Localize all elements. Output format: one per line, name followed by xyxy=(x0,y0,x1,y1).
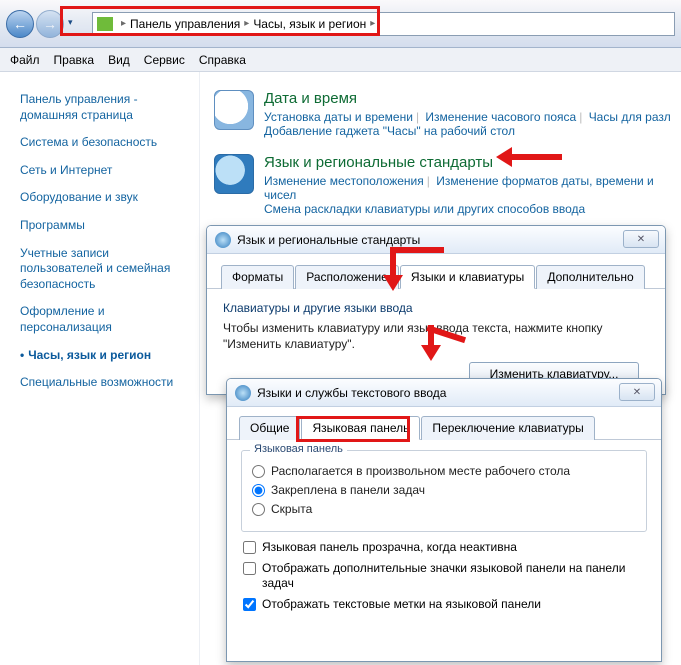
breadcrumb-item-control-panel[interactable]: Панель управления xyxy=(130,17,240,31)
link-set-date-time[interactable]: Установка даты и времени xyxy=(264,110,413,124)
checkbox-label: Отображать дополнительные значки языково… xyxy=(262,561,645,591)
groupbox-language-bar: Языковая панель Располагается в произвол… xyxy=(241,450,647,532)
radio-label: Закреплена в панели задач xyxy=(271,483,425,497)
sidebar-item-system-security[interactable]: Система и безопасность xyxy=(20,135,189,151)
sidebar-item-hardware-sound[interactable]: Оборудование и звук xyxy=(20,190,189,206)
tab-switch-keyboard[interactable]: Переключение клавиатуры xyxy=(421,416,594,440)
menu-service[interactable]: Сервис xyxy=(144,53,185,67)
close-button[interactable]: ✕ xyxy=(623,230,659,248)
sidebar-item-appearance[interactable]: Оформление и персонализация xyxy=(20,304,189,335)
groupbox-legend: Языковая панель xyxy=(250,443,347,455)
annotation-arrow xyxy=(390,247,396,277)
link-change-keyboard-layout[interactable]: Смена раскладки клавиатуры или других сп… xyxy=(264,202,585,216)
link-change-timezone[interactable]: Изменение часового пояса xyxy=(425,110,576,124)
breadcrumb-item-clock-lang-region[interactable]: Часы, язык и регион xyxy=(253,17,366,31)
menu-help[interactable]: Справка xyxy=(199,53,246,67)
chevron-right-icon: ▸ xyxy=(121,18,126,29)
tabstrip-region: Форматы Расположение Языки и клавиатуры … xyxy=(207,254,665,289)
tab-languages-keyboards[interactable]: Языки и клавиатуры xyxy=(400,265,535,289)
sidebar-item-network-internet[interactable]: Сеть и Интернет xyxy=(20,163,189,179)
globe-icon xyxy=(214,154,254,194)
sidebar-item-clock-lang-region[interactable]: Часы, язык и регион xyxy=(20,348,189,364)
check-transparent-inactive[interactable]: Языковая панель прозрачна, когда неактив… xyxy=(243,540,645,555)
close-button[interactable]: ✕ xyxy=(619,383,655,401)
link-add-clock-gadget[interactable]: Добавление гаджета "Часы" на рабочий сто… xyxy=(264,124,515,138)
tab-formats[interactable]: Форматы xyxy=(221,265,294,289)
menu-file[interactable]: Файл xyxy=(10,53,40,67)
chevron-right-icon: ▸ xyxy=(370,18,375,29)
nav-history-dropdown-icon[interactable]: ▾ xyxy=(68,17,82,31)
checkbox-input[interactable] xyxy=(243,541,256,554)
separator: | xyxy=(427,174,430,188)
tab-additional[interactable]: Дополнительно xyxy=(536,265,644,289)
sidebar-item-ease-of-access[interactable]: Специальные возможности xyxy=(20,375,189,391)
dialog-text-input-services: Языки и службы текстового ввода ✕ Общие … xyxy=(226,378,662,662)
menubar: Файл Правка Вид Сервис Справка xyxy=(0,48,681,72)
link-change-location[interactable]: Изменение местоположения xyxy=(264,174,424,188)
separator: | xyxy=(579,110,582,124)
sidebar: Панель управления - домашняя страница Си… xyxy=(0,72,200,665)
close-icon: ✕ xyxy=(633,387,641,398)
dialog-title-text: Языки и службы текстового ввода xyxy=(257,386,446,400)
category-datetime: Дата и время Установка даты и времени| И… xyxy=(214,90,671,138)
separator: | xyxy=(416,110,419,124)
checkbox-input[interactable] xyxy=(243,562,256,575)
radio-input[interactable] xyxy=(252,465,265,478)
nav-forward-button[interactable]: → xyxy=(36,10,64,38)
annotation-arrow xyxy=(392,247,444,253)
radio-label: Располагается в произвольном месте рабоч… xyxy=(271,464,570,478)
tab-general[interactable]: Общие xyxy=(239,416,300,440)
group-heading: Клавиатуры и другие языки ввода xyxy=(223,301,649,315)
dialog-title-text: Язык и региональные стандарты xyxy=(237,233,420,247)
back-arrow-icon: ← xyxy=(13,16,27,32)
sidebar-item-user-accounts[interactable]: Учетные записи пользователей и семейная … xyxy=(20,246,189,293)
sidebar-item-programs[interactable]: Программы xyxy=(20,218,189,234)
radio-input[interactable] xyxy=(252,484,265,497)
menu-edit[interactable]: Правка xyxy=(54,53,95,67)
tab-language-bar[interactable]: Языковая панель xyxy=(301,416,420,440)
radio-hidden[interactable]: Скрыта xyxy=(252,502,636,516)
annotation-arrow xyxy=(510,154,562,160)
globe-icon xyxy=(215,232,231,248)
keyboard-icon xyxy=(235,385,251,401)
radio-input[interactable] xyxy=(252,503,265,516)
link-clocks-other[interactable]: Часы для разл xyxy=(589,110,671,124)
menu-view[interactable]: Вид xyxy=(108,53,130,67)
checkbox-label: Отображать текстовые метки на языковой п… xyxy=(262,597,541,612)
annotation-arrow xyxy=(428,325,434,347)
category-title-datetime[interactable]: Дата и время xyxy=(264,90,671,107)
chevron-right-icon: ▸ xyxy=(244,18,249,29)
check-show-text-labels[interactable]: Отображать текстовые метки на языковой п… xyxy=(243,597,645,612)
control-panel-icon xyxy=(97,17,113,31)
breadcrumb[interactable]: ▸ Панель управления ▸ Часы, язык и регио… xyxy=(92,12,675,36)
clock-icon xyxy=(214,90,254,130)
dialog-titlebar[interactable]: Языки и службы текстового ввода ✕ xyxy=(227,379,661,407)
nav-back-button[interactable]: ← xyxy=(6,10,34,38)
radio-label: Скрыта xyxy=(271,502,312,516)
radio-free-floating[interactable]: Располагается в произвольном месте рабоч… xyxy=(252,464,636,478)
category-region: Язык и региональные стандарты Изменение … xyxy=(214,154,671,216)
tabstrip-text-services: Общие Языковая панель Переключение клави… xyxy=(227,407,661,440)
forward-arrow-icon: → xyxy=(43,16,57,32)
sidebar-home[interactable]: Панель управления - домашняя страница xyxy=(20,92,189,123)
close-icon: ✕ xyxy=(637,234,645,245)
category-title-region[interactable]: Язык и региональные стандарты xyxy=(264,154,671,171)
checkbox-label: Языковая панель прозрачна, когда неактив… xyxy=(262,540,517,555)
check-show-extra-icons[interactable]: Отображать дополнительные значки языково… xyxy=(243,561,645,591)
radio-docked-taskbar[interactable]: Закреплена в панели задач xyxy=(252,483,636,497)
checkbox-input[interactable] xyxy=(243,598,256,611)
